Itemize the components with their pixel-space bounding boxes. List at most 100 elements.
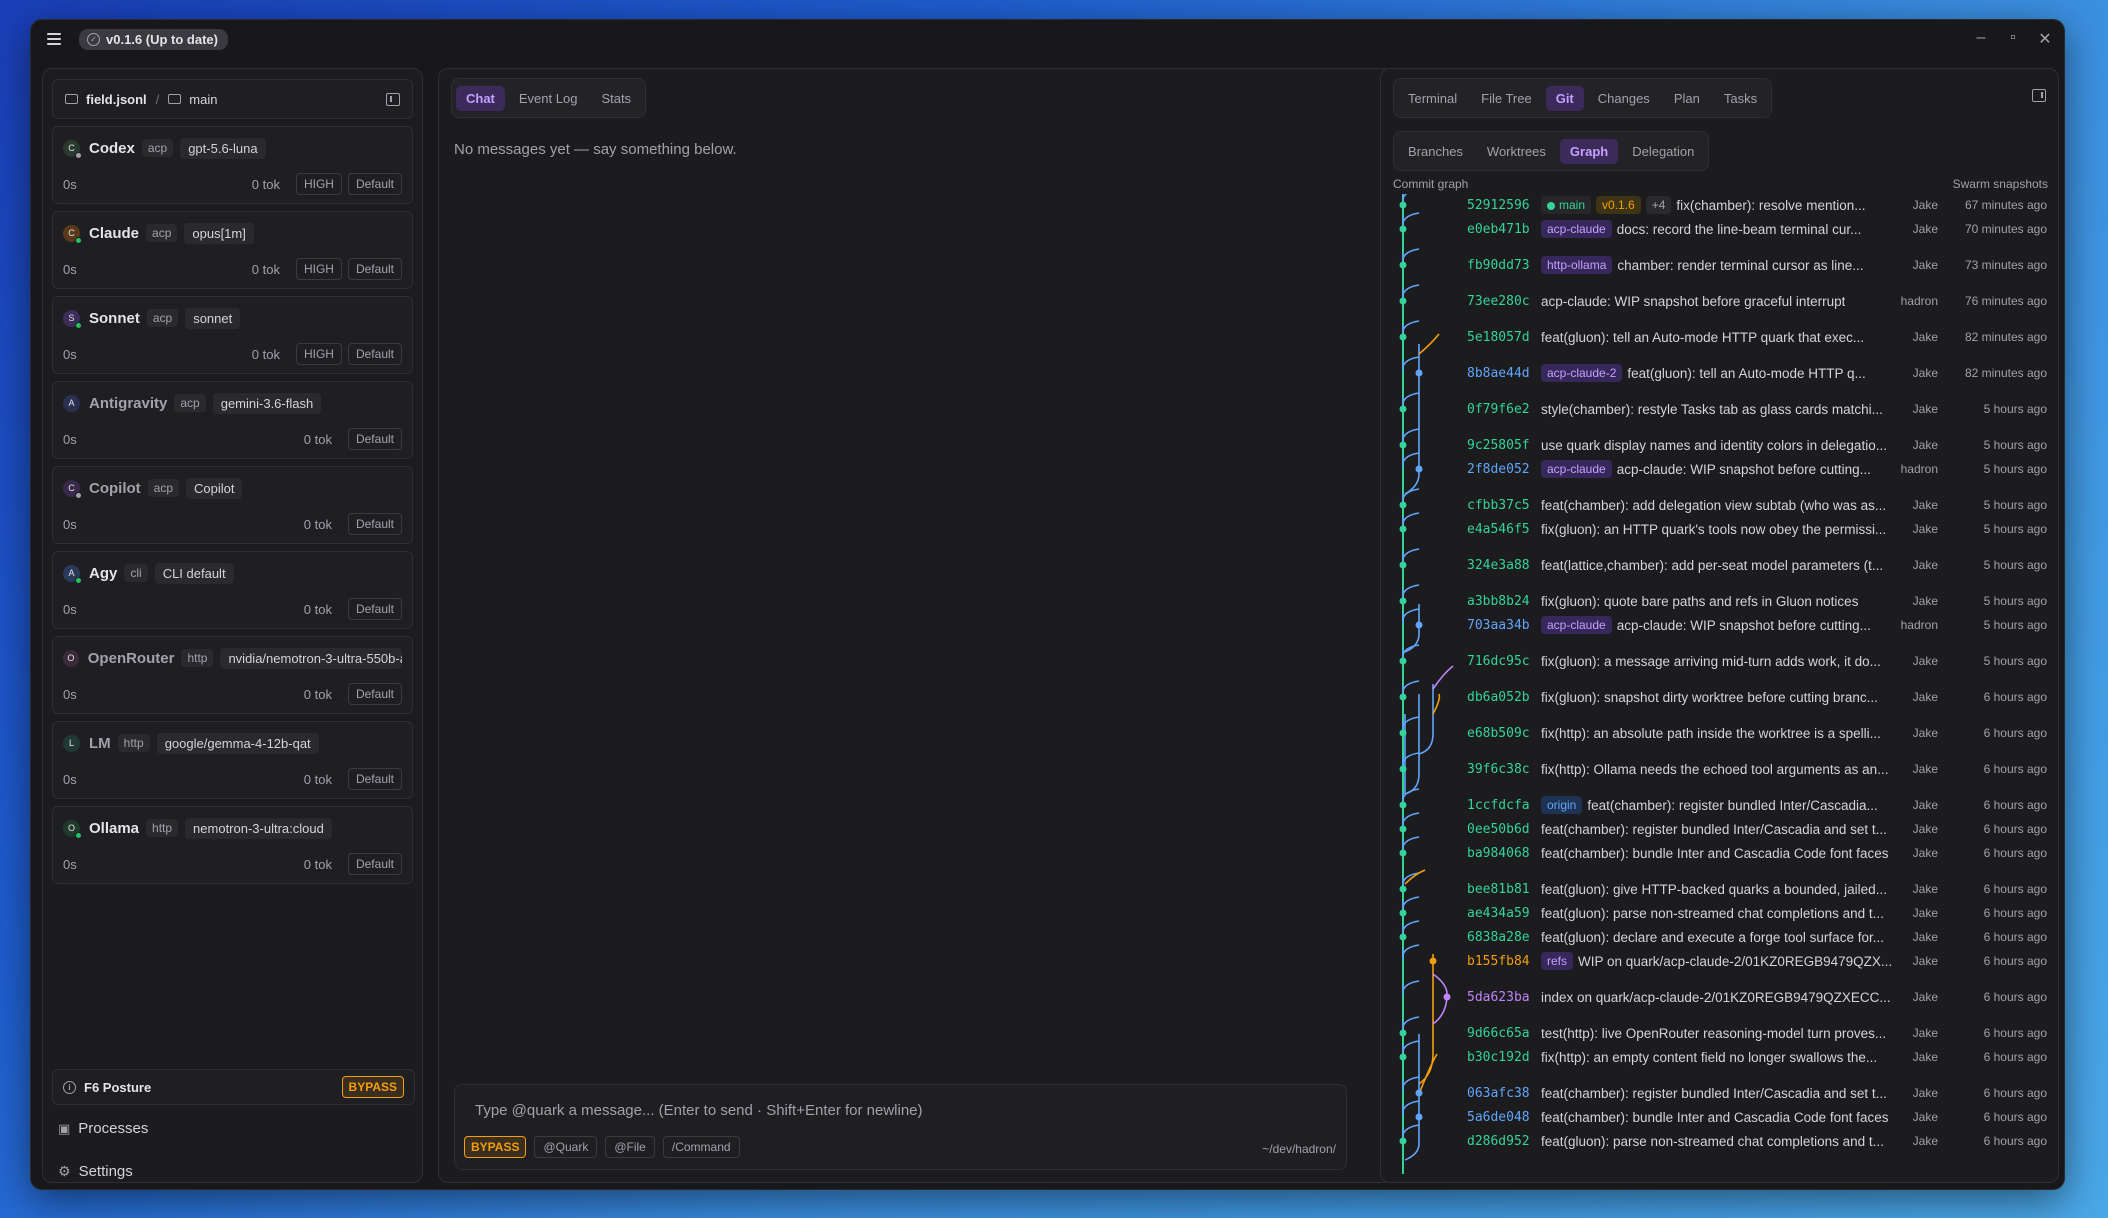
commit-hash[interactable]: cfbb37c5 bbox=[1467, 498, 1530, 513]
commit-hash[interactable]: fb90dd73 bbox=[1467, 258, 1530, 273]
commit-hash[interactable]: 2f8de052 bbox=[1467, 462, 1530, 477]
commit-row[interactable]: 5da623ba index on quark/acp-claude-2/01K… bbox=[1391, 986, 2050, 1008]
commit-row[interactable]: ba984068 feat(chamber): bundle Inter and… bbox=[1391, 842, 2050, 864]
commit-hash[interactable]: 9d66c65a bbox=[1467, 1026, 1530, 1041]
commit-hash[interactable]: ba984068 bbox=[1467, 846, 1530, 861]
agent-model[interactable]: gpt-5.6-luna bbox=[180, 137, 266, 159]
commit-row[interactable]: 5e18057d feat(gluon): tell an Auto-mode … bbox=[1391, 326, 2050, 348]
commit-row[interactable]: 324e3a88 feat(lattice,chamber): add per-… bbox=[1391, 554, 2050, 576]
posture-bar[interactable]: i F6 Posture BYPASS bbox=[52, 1069, 415, 1105]
tab-terminal[interactable]: Terminal bbox=[1398, 86, 1467, 111]
commit-row[interactable]: 1ccfdcfa origin feat(chamber): register b… bbox=[1391, 794, 2050, 816]
commit-row[interactable]: db6a052b fix(gluon): snapshot dirty work… bbox=[1391, 686, 2050, 708]
mention-quark-button[interactable]: @Quark bbox=[534, 1136, 598, 1158]
commit-hash[interactable]: 5da623ba bbox=[1467, 990, 1530, 1005]
ref-badge[interactable]: acp-claude bbox=[1541, 220, 1612, 238]
ref-badge[interactable]: refs bbox=[1541, 952, 1574, 970]
agent-card-agy[interactable]: A Agy cli CLI default 0s 0 tok Default bbox=[52, 551, 413, 629]
commit-hash[interactable]: a3bb8b24 bbox=[1467, 594, 1530, 609]
message-input[interactable]: Type @quark a message... (Enter to send … bbox=[475, 1102, 923, 1119]
tab-file-tree[interactable]: File Tree bbox=[1471, 86, 1542, 111]
agent-mode-button[interactable]: Default bbox=[347, 428, 402, 450]
agent-mode-button[interactable]: Default bbox=[347, 258, 402, 280]
agent-effort-button[interactable]: HIGH bbox=[295, 173, 342, 195]
commit-row[interactable]: 2f8de052 acp-claude acp-claude: WIP snaps… bbox=[1391, 458, 2050, 480]
commit-hash[interactable]: 716dc95c bbox=[1467, 654, 1530, 669]
minimize-icon[interactable]: – bbox=[1974, 29, 1988, 49]
agent-card-lm[interactable]: L LM http google/gemma-4-12b-qat 0s 0 to… bbox=[52, 721, 413, 799]
commit-row[interactable]: bee81b81 feat(gluon): give HTTP-backed q… bbox=[1391, 878, 2050, 900]
commit-hash[interactable]: 324e3a88 bbox=[1467, 558, 1530, 573]
composer-bypass-button[interactable]: BYPASS bbox=[464, 1136, 527, 1158]
tab-git[interactable]: Git bbox=[1545, 85, 1584, 111]
ref-badge[interactable]: http-ollama bbox=[1541, 256, 1613, 274]
commit-hash[interactable]: ae434a59 bbox=[1467, 906, 1530, 921]
agent-effort-button[interactable]: HIGH bbox=[295, 258, 342, 280]
agent-model[interactable]: gemini-3.6-flash bbox=[212, 392, 322, 414]
swarm-snapshots-link[interactable]: Swarm snapshots bbox=[1953, 177, 2048, 191]
settings-link[interactable]: ⚙ Settings bbox=[52, 1163, 133, 1180]
breadcrumb-branch[interactable]: main bbox=[189, 92, 217, 107]
commit-hash[interactable]: 5a6de048 bbox=[1467, 1110, 1530, 1125]
agent-model[interactable]: google/gemma-4-12b-qat bbox=[156, 732, 319, 754]
tab-tasks[interactable]: Tasks bbox=[1714, 86, 1767, 111]
commit-hash[interactable]: b30c192d bbox=[1467, 1050, 1530, 1065]
agent-mode-button[interactable]: Default bbox=[347, 173, 402, 195]
mention-file-button[interactable]: @File bbox=[605, 1136, 655, 1158]
commit-hash[interactable]: d286d952 bbox=[1467, 1134, 1530, 1149]
commit-row[interactable]: e0eb471b acp-claude docs: record the line… bbox=[1391, 218, 2050, 240]
commit-row[interactable]: 39f6c38c fix(http): Ollama needs the ech… bbox=[1391, 758, 2050, 780]
agent-model[interactable]: opus[1m] bbox=[184, 222, 254, 244]
commit-row[interactable]: 703aa34b acp-claude acp-claude: WIP snaps… bbox=[1391, 614, 2050, 636]
ref-badge[interactable]: main bbox=[1541, 196, 1592, 214]
agent-model[interactable]: CLI default bbox=[154, 562, 234, 584]
commit-hash[interactable]: 52912596 bbox=[1467, 198, 1530, 213]
agent-model[interactable]: sonnet bbox=[185, 307, 241, 329]
commit-row[interactable]: e4a546f5 fix(gluon): an HTTP quark's too… bbox=[1391, 518, 2050, 540]
commit-hash[interactable]: e0eb471b bbox=[1467, 222, 1530, 237]
agent-model[interactable]: Copilot bbox=[186, 477, 243, 499]
commit-row[interactable]: 6838a28e feat(gluon): declare and execut… bbox=[1391, 926, 2050, 948]
commit-row[interactable]: cfbb37c5 feat(chamber): add delegation v… bbox=[1391, 494, 2050, 516]
agent-mode-button[interactable]: Default bbox=[347, 683, 402, 705]
agent-card-codex[interactable]: C Codex acp gpt-5.6-luna 0s 0 tok HIGH D… bbox=[52, 126, 413, 204]
agent-card-sonnet[interactable]: S Sonnet acp sonnet 0s 0 tok HIGH Defaul… bbox=[52, 296, 413, 374]
commit-hash[interactable]: e68b509c bbox=[1467, 726, 1530, 741]
ref-badge[interactable]: v0.1.6 bbox=[1596, 196, 1641, 214]
tab-changes[interactable]: Changes bbox=[1588, 86, 1660, 111]
maximize-icon[interactable]: ▫ bbox=[2006, 29, 2020, 49]
commit-hash[interactable]: db6a052b bbox=[1467, 690, 1530, 705]
agent-mode-button[interactable]: Default bbox=[347, 513, 402, 535]
ref-badge[interactable]: acp-claude-2 bbox=[1541, 364, 1623, 382]
version-badge[interactable]: ✓ v0.1.6 (Up to date) bbox=[79, 28, 228, 50]
processes-link[interactable]: ▣ Processes bbox=[52, 1120, 148, 1137]
commit-hash[interactable]: bee81b81 bbox=[1467, 882, 1530, 897]
ref-badge[interactable]: acp-claude bbox=[1541, 616, 1612, 634]
commit-hash[interactable]: 703aa34b bbox=[1467, 618, 1530, 633]
commit-hash[interactable]: b155fb84 bbox=[1467, 954, 1530, 969]
commit-hash[interactable]: 0ee50b6d bbox=[1467, 822, 1530, 837]
commit-hash[interactable]: 8b8ae44d bbox=[1467, 366, 1530, 381]
subtab-graph[interactable]: Graph bbox=[1559, 138, 1619, 164]
agent-card-openrouter[interactable]: O OpenRouter http nvidia/nemotron-3-ultr… bbox=[52, 636, 413, 714]
commit-hash[interactable]: 73ee280c bbox=[1467, 294, 1530, 309]
message-composer[interactable]: Type @quark a message... (Enter to send … bbox=[454, 1084, 1347, 1170]
agent-mode-button[interactable]: Default bbox=[347, 853, 402, 875]
commit-row[interactable]: 8b8ae44d acp-claude-2 feat(gluon): tell a… bbox=[1391, 362, 2050, 384]
ref-badge[interactable]: origin bbox=[1541, 796, 1583, 814]
posture-bypass-badge[interactable]: BYPASS bbox=[341, 1076, 404, 1098]
agent-effort-button[interactable]: HIGH bbox=[295, 343, 342, 365]
commit-row[interactable]: d286d952 feat(gluon): parse non-streamed… bbox=[1391, 1130, 2050, 1152]
commit-row[interactable]: 9c25805f use quark display names and ide… bbox=[1391, 434, 2050, 456]
commit-hash[interactable]: 39f6c38c bbox=[1467, 762, 1530, 777]
agent-mode-button[interactable]: Default bbox=[347, 343, 402, 365]
commit-hash[interactable]: 6838a28e bbox=[1467, 930, 1530, 945]
subtab-delegation[interactable]: Delegation bbox=[1622, 139, 1704, 164]
commit-row[interactable]: 52912596 main v0.1.6 +4 fix(chamber): resol… bbox=[1391, 194, 2050, 216]
agent-card-antigravity[interactable]: A Antigravity acp gemini-3.6-flash 0s 0 … bbox=[52, 381, 413, 459]
tab-stats[interactable]: Stats bbox=[591, 86, 641, 111]
commit-row[interactable]: 5a6de048 feat(chamber): bundle Inter and… bbox=[1391, 1106, 2050, 1128]
tab-event-log[interactable]: Event Log bbox=[509, 86, 588, 111]
commit-row[interactable]: 716dc95c fix(gluon): a message arriving … bbox=[1391, 650, 2050, 672]
commit-hash[interactable]: 5e18057d bbox=[1467, 330, 1530, 345]
